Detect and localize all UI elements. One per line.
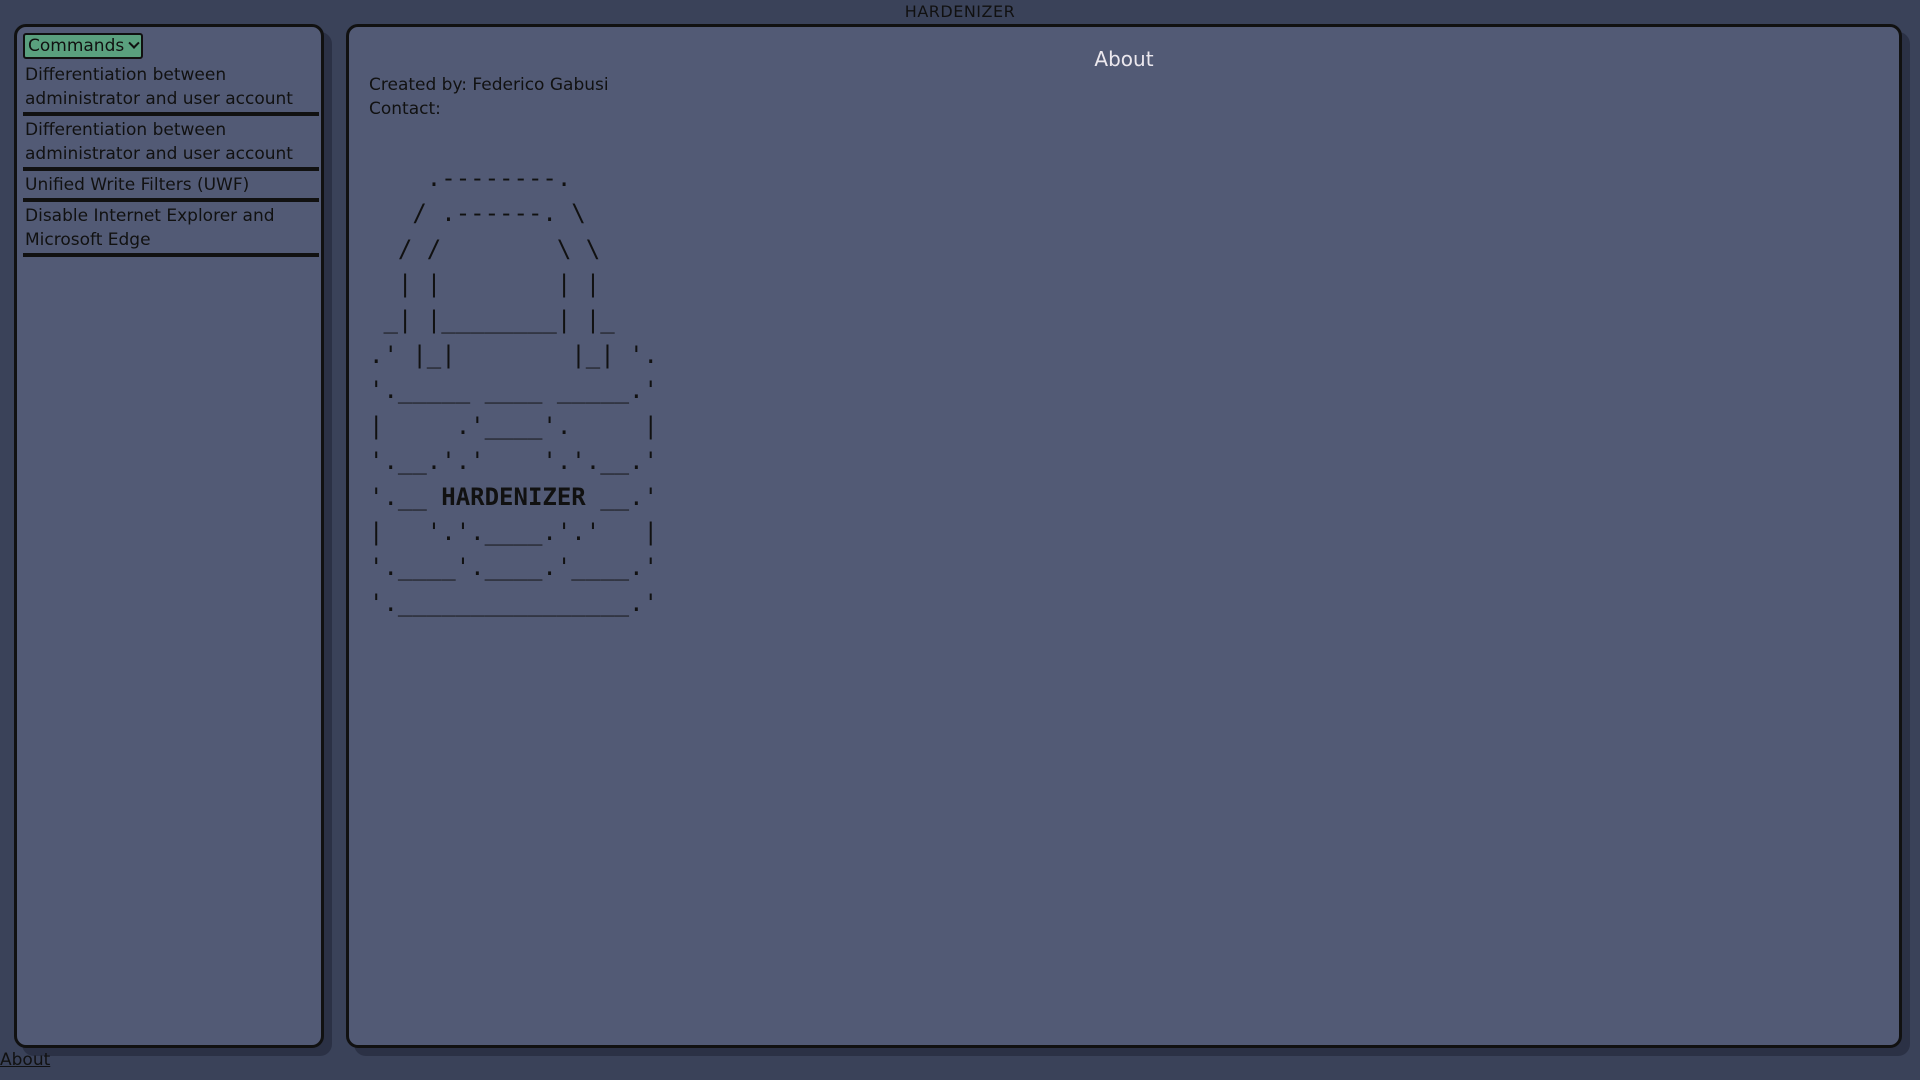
app-title: HARDENIZER — [904, 2, 1016, 21]
about-panel: About Created by: Federico Gabusi Contac… — [346, 24, 1902, 1048]
command-item[interactable]: Differentiation between administrator an… — [23, 61, 319, 116]
chevron-down-icon — [128, 37, 140, 49]
about-info: Created by: Federico Gabusi Contact: — [369, 73, 609, 121]
created-by-text: Created by: Federico Gabusi — [369, 75, 609, 95]
command-item[interactable]: Unified Write Filters (UWF) — [23, 171, 319, 202]
commands-dropdown[interactable]: Commands — [23, 33, 144, 59]
contact-text: Contact: — [369, 99, 441, 119]
commands-dropdown-label: Commands — [28, 36, 125, 56]
app-window: HARDENIZER Commands Differentiation betw… — [0, 0, 1920, 1080]
page-title: About — [1094, 47, 1154, 71]
padlock-ascii-logo: .--------. / .------. \ / / \ \ | | | | … — [369, 164, 658, 617]
about-link[interactable]: About — [0, 1050, 50, 1070]
sidebar: Commands Differentiation between adminis… — [14, 24, 324, 1048]
command-item[interactable]: Differentiation between administrator an… — [23, 116, 319, 171]
command-item[interactable]: Disable Internet Explorer and Microsoft … — [23, 202, 319, 257]
ascii-logo-text: HARDENIZER — [441, 482, 586, 511]
command-list: Differentiation between administrator an… — [23, 61, 319, 257]
